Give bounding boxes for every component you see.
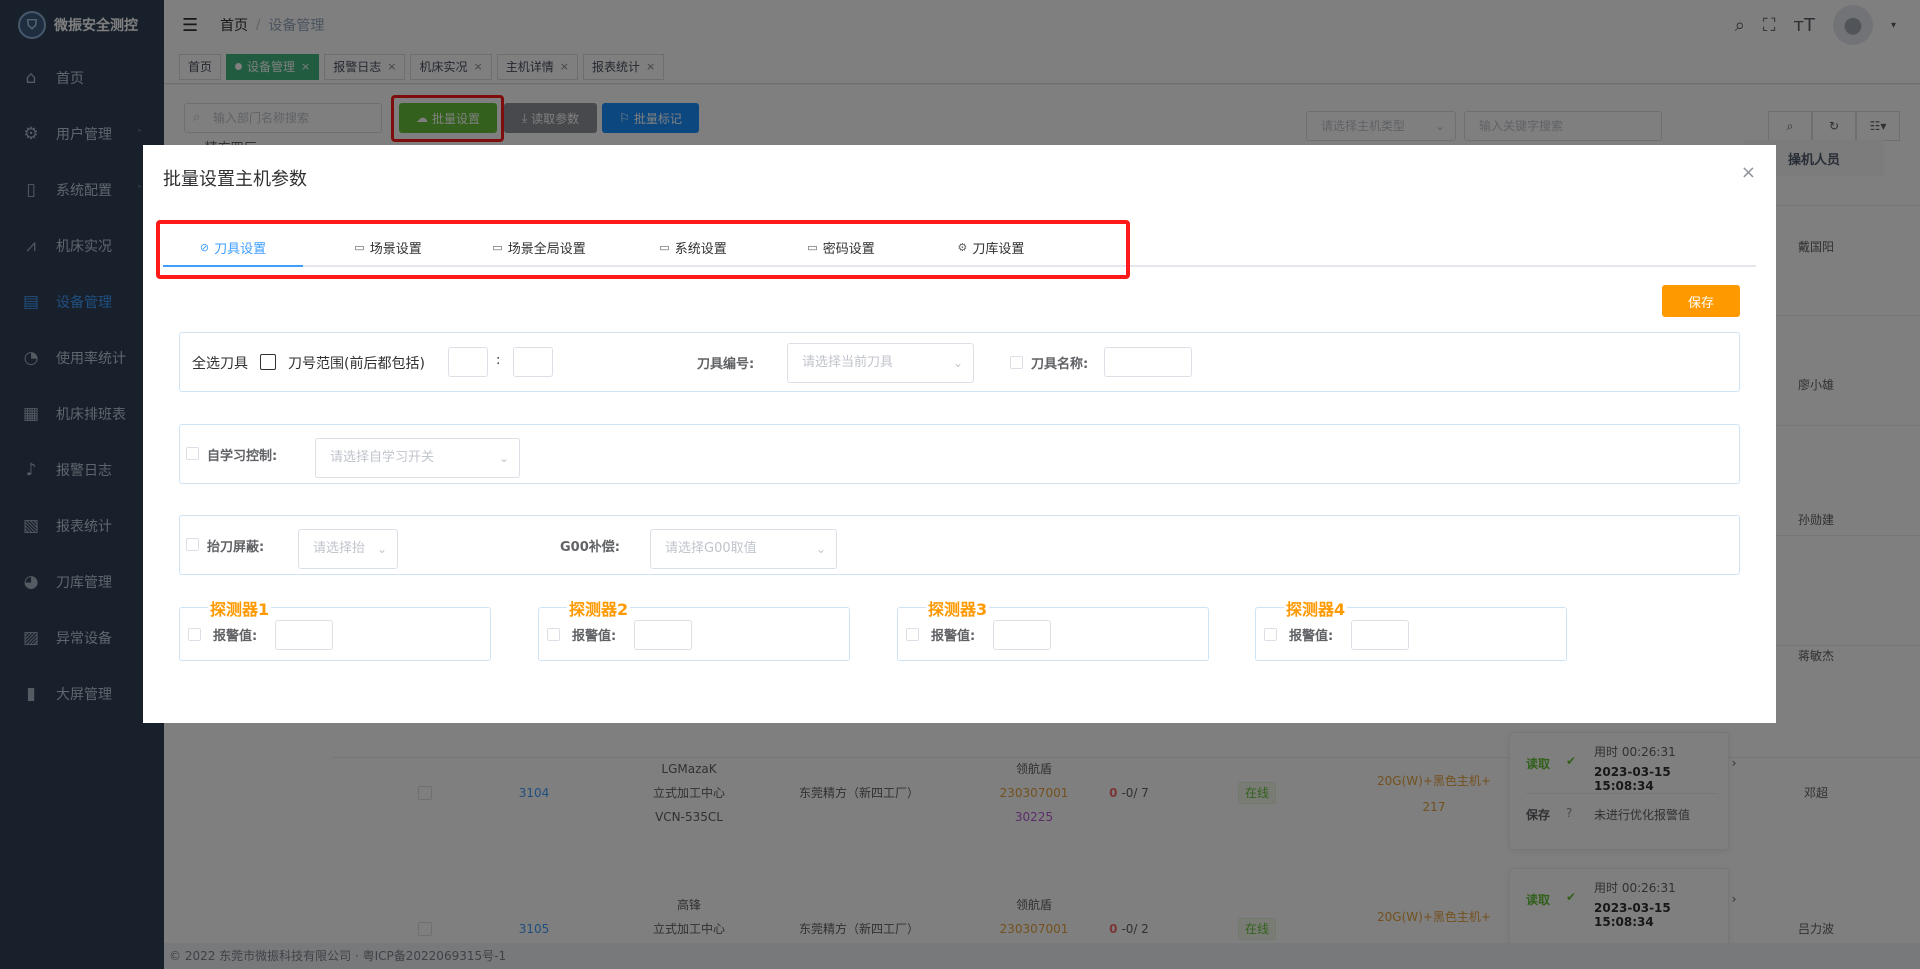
self-learn-checkbox[interactable] [186,447,199,460]
detector-checkbox[interactable] [188,628,201,641]
alarm-value-input[interactable] [1351,620,1409,650]
lift-shield-label: 抬刀屏蔽: [207,540,265,555]
dialog-title: 批量设置主机参数 [163,169,307,190]
tool-range-label: 刀号范围(前后都包括) [288,356,425,372]
self-learn-panel: 自学习控制: 请选择自学习开关 ⌄ [179,424,1740,484]
detector-panel-1: 探测器1 报警值: [179,596,491,661]
chevron-down-icon: ⌄ [376,542,387,556]
highlight-box-tabs [156,220,1130,279]
tool-number-placeholder: 请选择当前刀具 [802,355,894,370]
lift-shield-placeholder: 请选择抬 [313,541,366,556]
lift-g00-panel: 抬刀屏蔽: 请选择抬 ⌄ G00补偿: 请选择G00取值 ⌄ [179,515,1740,575]
detector-title: 探测器3 [926,596,990,620]
self-learn-select[interactable]: 请选择自学习开关 ⌄ [315,438,520,478]
lift-shield-select[interactable]: 请选择抬 ⌄ [298,529,398,569]
tool-name-input[interactable] [1104,347,1192,377]
alarm-value-label: 报警值: [213,629,258,644]
select-all-tools-label: 全选刀具 [192,356,248,372]
tool-number-label: 刀具编号: [697,357,755,372]
alarm-value-label: 报警值: [1289,629,1334,644]
tool-range-start-input[interactable] [448,347,488,377]
lift-shield-checkbox[interactable] [186,538,199,551]
g00-compensation-select[interactable]: 请选择G00取值 ⌄ [650,529,837,569]
g00-compensation-placeholder: 请选择G00取值 [665,541,757,556]
detector-title: 探测器1 [208,596,272,620]
tool-selection-panel: 全选刀具 刀号范围(前后都包括) : 刀具编号: 请选择当前刀具 ⌄ 刀具名称: [179,332,1740,392]
select-all-tools-checkbox[interactable] [260,354,276,370]
alarm-value-input[interactable] [634,620,692,650]
alarm-value-input[interactable] [993,620,1051,650]
detector-panel-3: 探测器3 报警值: [897,596,1209,661]
detector-panel-4: 探测器4 报警值: [1255,596,1567,661]
tool-name-label: 刀具名称: [1031,357,1089,372]
chevron-down-icon: ⌄ [498,451,509,465]
detector-checkbox[interactable] [547,628,560,641]
range-separator: : [496,353,501,368]
self-learn-label: 自学习控制: [207,449,278,464]
batch-settings-dialog: 批量设置主机参数 × ⊘ 刀具设置 ▭ 场景设置 ▭ 场景全局设置 ▭ 系统设置 ▭ 密码设置 ⚙ 刀… [143,145,1776,723]
detector-title: 探测器4 [1284,596,1348,620]
alarm-value-label: 报警值: [931,629,976,644]
detector-panel-2: 探测器2 报警值: [538,596,850,661]
self-learn-placeholder: 请选择自学习开关 [330,450,435,465]
detector-title: 探测器2 [567,596,631,620]
alarm-value-input[interactable] [275,620,333,650]
tool-range-end-input[interactable] [513,347,553,377]
close-icon[interactable]: × [1741,162,1756,183]
save-button[interactable]: 保存 [1662,285,1740,317]
alarm-value-label: 报警值: [572,629,617,644]
detector-checkbox[interactable] [906,628,919,641]
g00-compensation-label: G00补偿: [560,540,620,555]
chevron-down-icon: ⌄ [952,356,963,370]
detector-checkbox[interactable] [1264,628,1277,641]
chevron-down-icon: ⌄ [815,542,826,556]
tool-number-select[interactable]: 请选择当前刀具 ⌄ [787,343,974,383]
tool-name-checkbox[interactable] [1010,356,1023,369]
